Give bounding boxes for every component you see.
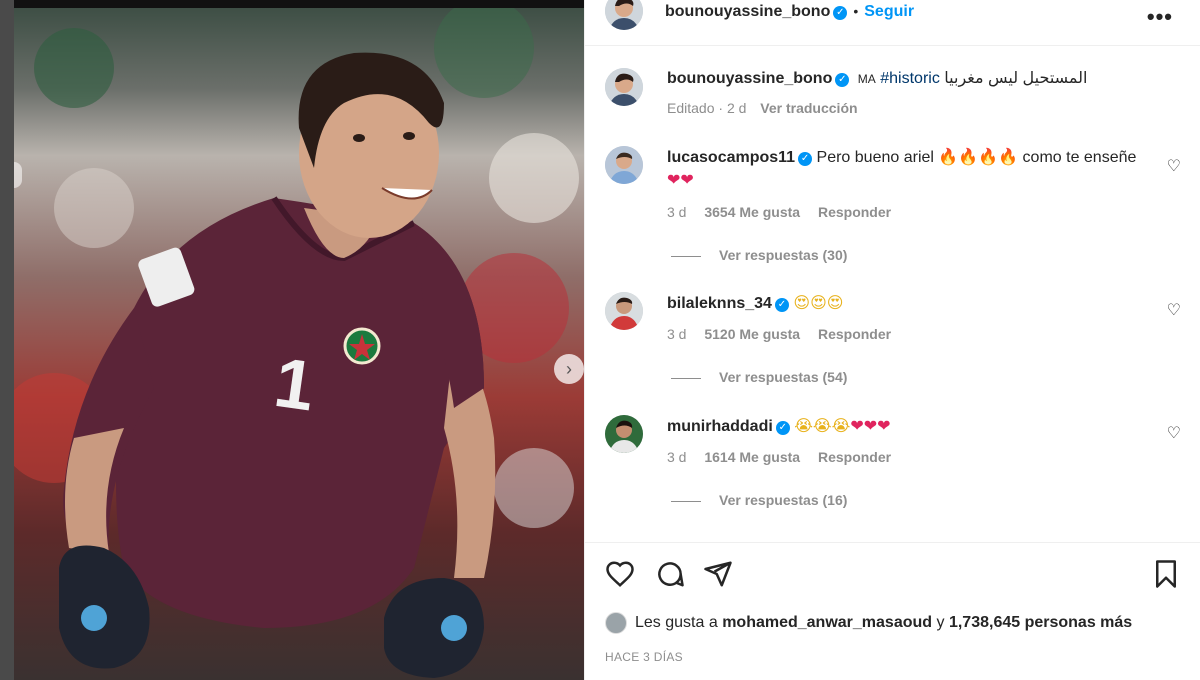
verified-badge-icon: ✓ bbox=[835, 73, 850, 87]
fire-emoji-icon: 🔥🔥🔥🔥 bbox=[938, 147, 1019, 166]
comment-avatar[interactable] bbox=[605, 292, 643, 330]
header-separator: • bbox=[853, 3, 859, 19]
comment-likes[interactable]: 5120 Me gusta bbox=[704, 326, 800, 342]
caption-username[interactable]: bounouyassine_bono bbox=[667, 70, 832, 87]
author-avatar[interactable] bbox=[605, 0, 643, 30]
caption-avatar[interactable] bbox=[605, 68, 643, 106]
comment-reply-button[interactable]: Responder bbox=[818, 326, 891, 342]
action-bar bbox=[585, 542, 1200, 612]
verified-badge-icon: ✓ bbox=[798, 152, 813, 166]
carousel-prev-button[interactable] bbox=[14, 162, 22, 188]
verified-badge-icon: ✓ bbox=[775, 421, 790, 435]
comment-body: lucasocampos11 ✓ Pero bueno ariel 🔥🔥🔥🔥 co… bbox=[667, 146, 1157, 192]
comment-username[interactable]: munirhaddadi bbox=[667, 418, 773, 435]
comment-like-heart-icon[interactable]: ♡ bbox=[1167, 300, 1181, 320]
bookmark-icon[interactable] bbox=[1151, 559, 1181, 589]
crying-emoji-icon: 😭😭😭 bbox=[794, 416, 851, 435]
comment-like-heart-icon[interactable]: ♡ bbox=[1167, 156, 1181, 176]
post-photo[interactable]: 1 › bbox=[14, 8, 584, 680]
comment-body: bilaleknns_34 ✓ 😍😍😍 bbox=[667, 292, 1157, 315]
carousel-next-button[interactable]: › bbox=[554, 354, 584, 384]
post-details-panel: bounouyassine_bono ✓ • Seguir ••• bounouyas… bbox=[584, 0, 1200, 680]
view-replies-label: Ver respuestas (30) bbox=[719, 247, 848, 263]
caption-arabic-text: المستحيل ليس مغربيا bbox=[944, 70, 1088, 87]
comment-meta: 3 d 1614 Me gusta Responder bbox=[667, 449, 905, 465]
likes-count[interactable]: 1,738,645 personas más bbox=[949, 614, 1132, 631]
comment-body: munirhaddadi ✓ 😭😭😭❤❤❤ bbox=[667, 415, 1157, 438]
chevron-right-icon: › bbox=[566, 358, 572, 379]
heart-icon[interactable] bbox=[605, 559, 635, 589]
caption: bounouyassine_bono ✓ MA #historic المستحي… bbox=[667, 68, 1088, 88]
comment-likes[interactable]: 3654 Me gusta bbox=[704, 204, 800, 220]
view-replies-button[interactable]: Ver respuestas (54) bbox=[671, 369, 847, 385]
view-replies-label: Ver respuestas (16) bbox=[719, 492, 848, 508]
likes-prefix: Les gusta a bbox=[635, 614, 718, 632]
comment-age: 3 d bbox=[667, 326, 687, 342]
caption-age: 2 d bbox=[726, 100, 747, 116]
caption-country-code: MA bbox=[857, 72, 876, 86]
likes-summary: Les gusta a mohamed_anwar_masaoud y 1,73… bbox=[605, 612, 1132, 634]
comment-meta: 3 d 5120 Me gusta Responder bbox=[667, 326, 905, 342]
caption-meta: Editado · 2 d Ver traducción bbox=[667, 100, 858, 116]
view-replies-button[interactable]: Ver respuestas (16) bbox=[671, 492, 847, 508]
see-translation-link[interactable]: Ver traducción bbox=[760, 100, 857, 116]
goalkeeper-illustration: 1 bbox=[14, 8, 579, 678]
comment-avatar[interactable] bbox=[605, 415, 643, 453]
replies-divider bbox=[671, 377, 701, 379]
comment-username[interactable]: lucasocampos11 bbox=[667, 149, 795, 166]
comment-reply-button[interactable]: Responder bbox=[818, 204, 891, 220]
comment-icon[interactable] bbox=[655, 559, 685, 589]
caption-hashtag[interactable]: #historic bbox=[880, 70, 940, 87]
share-icon[interactable] bbox=[703, 559, 733, 589]
caption-edited-label: Editado bbox=[667, 100, 715, 116]
comment-likes[interactable]: 1614 Me gusta bbox=[704, 449, 800, 465]
author-username[interactable]: bounouyassine_bono bbox=[665, 3, 830, 20]
comment-text-after: como te enseñe bbox=[1022, 149, 1137, 166]
liker-avatar[interactable] bbox=[605, 612, 627, 634]
replies-divider bbox=[671, 500, 701, 502]
comment-meta: 3 d 3654 Me gusta Responder bbox=[667, 204, 905, 220]
more-options-icon[interactable]: ••• bbox=[1147, 4, 1173, 30]
heart-emoji-icon: ❤❤ bbox=[667, 170, 694, 189]
comment-username[interactable]: bilaleknns_34 bbox=[667, 295, 772, 312]
follow-button[interactable]: Seguir bbox=[864, 3, 914, 20]
caption-dot: · bbox=[718, 100, 727, 116]
view-replies-label: Ver respuestas (54) bbox=[719, 369, 848, 385]
likes-joiner: y bbox=[936, 614, 945, 632]
comment-age: 3 d bbox=[667, 449, 687, 465]
post-header: bounouyassine_bono ✓ • Seguir ••• bbox=[585, 0, 1200, 46]
comment-like-heart-icon[interactable]: ♡ bbox=[1167, 423, 1181, 443]
backdrop-left bbox=[0, 0, 14, 680]
comment-age: 3 d bbox=[667, 204, 687, 220]
verified-badge-icon: ✓ bbox=[833, 6, 848, 20]
replies-divider bbox=[671, 255, 701, 257]
post-time-ago: HACE 3 DÍAS bbox=[605, 650, 683, 664]
heart-eyes-emoji-icon: 😍😍😍 bbox=[793, 293, 844, 312]
liked-by-username[interactable]: mohamed_anwar_masaoud bbox=[722, 614, 932, 631]
backdrop-top bbox=[14, 0, 584, 8]
verified-badge-icon: ✓ bbox=[774, 298, 789, 312]
view-replies-button[interactable]: Ver respuestas (30) bbox=[671, 247, 847, 263]
comment-avatar[interactable] bbox=[605, 146, 643, 184]
comment-text: Pero bueno ariel bbox=[816, 149, 934, 166]
heart-emoji-icon: ❤❤❤ bbox=[850, 416, 891, 435]
comment-reply-button[interactable]: Responder bbox=[818, 449, 891, 465]
